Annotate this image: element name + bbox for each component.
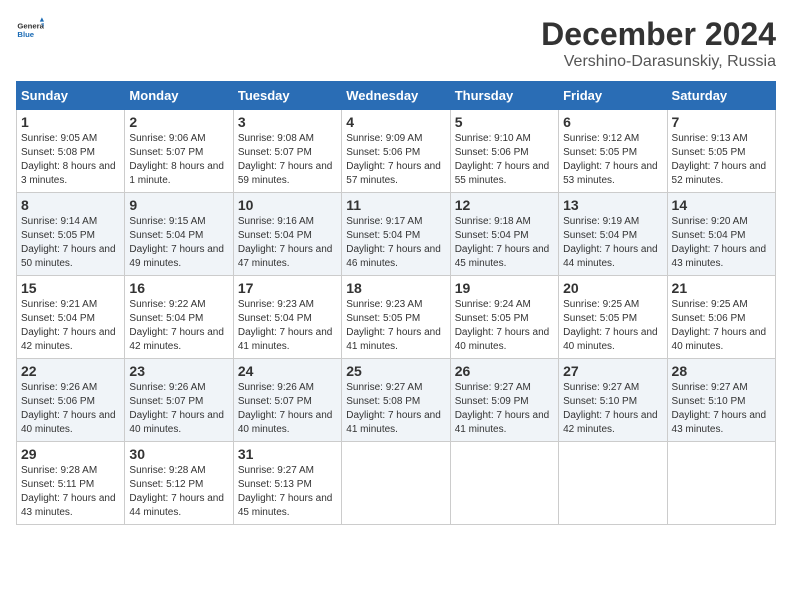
table-row: 17 Sunrise: 9:23 AMSunset: 5:04 PMDaylig… (233, 276, 341, 359)
table-row: 31 Sunrise: 9:27 AMSunset: 5:13 PMDaylig… (233, 442, 341, 525)
table-row: 10 Sunrise: 9:16 AMSunset: 5:04 PMDaylig… (233, 193, 341, 276)
table-row: 6 Sunrise: 9:12 AMSunset: 5:05 PMDayligh… (559, 110, 667, 193)
table-row: 3 Sunrise: 9:08 AMSunset: 5:07 PMDayligh… (233, 110, 341, 193)
logo: General Blue (16, 16, 44, 44)
col-saturday: Saturday (667, 82, 775, 110)
col-monday: Monday (125, 82, 233, 110)
table-row (667, 442, 775, 525)
table-row: 2 Sunrise: 9:06 AMSunset: 5:07 PMDayligh… (125, 110, 233, 193)
table-row: 28 Sunrise: 9:27 AMSunset: 5:10 PMDaylig… (667, 359, 775, 442)
table-row: 22 Sunrise: 9:26 AMSunset: 5:06 PMDaylig… (17, 359, 125, 442)
title-section: December 2024 Vershino-Darasunskiy, Russ… (541, 16, 776, 71)
table-row (450, 442, 558, 525)
table-row: 15 Sunrise: 9:21 AMSunset: 5:04 PMDaylig… (17, 276, 125, 359)
calendar-subtitle: Vershino-Darasunskiy, Russia (541, 53, 776, 71)
table-row: 19 Sunrise: 9:24 AMSunset: 5:05 PMDaylig… (450, 276, 558, 359)
table-row: 8 Sunrise: 9:14 AMSunset: 5:05 PMDayligh… (17, 193, 125, 276)
table-row: 1 Sunrise: 9:05 AMSunset: 5:08 PMDayligh… (17, 110, 125, 193)
table-row: 29 Sunrise: 9:28 AMSunset: 5:11 PMDaylig… (17, 442, 125, 525)
table-row: 25 Sunrise: 9:27 AMSunset: 5:08 PMDaylig… (342, 359, 450, 442)
table-row: 11 Sunrise: 9:17 AMSunset: 5:04 PMDaylig… (342, 193, 450, 276)
col-friday: Friday (559, 82, 667, 110)
table-row: 14 Sunrise: 9:20 AMSunset: 5:04 PMDaylig… (667, 193, 775, 276)
table-row (342, 442, 450, 525)
table-row: 12 Sunrise: 9:18 AMSunset: 5:04 PMDaylig… (450, 193, 558, 276)
table-row: 7 Sunrise: 9:13 AMSunset: 5:05 PMDayligh… (667, 110, 775, 193)
table-row: 27 Sunrise: 9:27 AMSunset: 5:10 PMDaylig… (559, 359, 667, 442)
table-row: 18 Sunrise: 9:23 AMSunset: 5:05 PMDaylig… (342, 276, 450, 359)
calendar-title: December 2024 (541, 16, 776, 53)
table-row: 30 Sunrise: 9:28 AMSunset: 5:12 PMDaylig… (125, 442, 233, 525)
col-sunday: Sunday (17, 82, 125, 110)
table-row: 13 Sunrise: 9:19 AMSunset: 5:04 PMDaylig… (559, 193, 667, 276)
col-thursday: Thursday (450, 82, 558, 110)
table-row: 9 Sunrise: 9:15 AMSunset: 5:04 PMDayligh… (125, 193, 233, 276)
svg-text:Blue: Blue (17, 30, 34, 39)
calendar-table: Sunday Monday Tuesday Wednesday Thursday… (16, 81, 776, 525)
table-row: 16 Sunrise: 9:22 AMSunset: 5:04 PMDaylig… (125, 276, 233, 359)
table-row: 5 Sunrise: 9:10 AMSunset: 5:06 PMDayligh… (450, 110, 558, 193)
table-row: 21 Sunrise: 9:25 AMSunset: 5:06 PMDaylig… (667, 276, 775, 359)
logo-icon: General Blue (16, 16, 44, 44)
table-row: 26 Sunrise: 9:27 AMSunset: 5:09 PMDaylig… (450, 359, 558, 442)
table-row: 23 Sunrise: 9:26 AMSunset: 5:07 PMDaylig… (125, 359, 233, 442)
svg-text:General: General (17, 22, 44, 31)
page-header: General Blue December 2024 Vershino-Dara… (16, 16, 776, 71)
table-row (559, 442, 667, 525)
col-tuesday: Tuesday (233, 82, 341, 110)
table-row: 24 Sunrise: 9:26 AMSunset: 5:07 PMDaylig… (233, 359, 341, 442)
table-row: 20 Sunrise: 9:25 AMSunset: 5:05 PMDaylig… (559, 276, 667, 359)
table-row: 4 Sunrise: 9:09 AMSunset: 5:06 PMDayligh… (342, 110, 450, 193)
col-wednesday: Wednesday (342, 82, 450, 110)
